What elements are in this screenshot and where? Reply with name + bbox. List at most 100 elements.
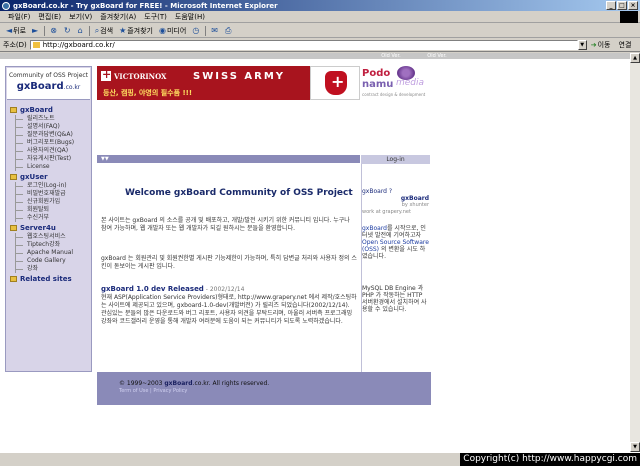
window-titlebar[interactable]: gxBoard.co.kr - Try gxBoard for FREE! - … [0, 0, 640, 11]
back-button[interactable]: ◄ 뒤로 [3, 26, 29, 36]
address-dropdown-button[interactable]: ▼ [577, 40, 587, 50]
podonamu-banner[interactable]: Podo namu media contract design & develo… [360, 66, 430, 100]
sidebar-item[interactable]: 질문과답변(Q&A) [10, 131, 92, 139]
media-icon: ◉ [159, 26, 166, 35]
sidebar-item[interactable]: 강좌 [10, 265, 92, 273]
knife-banner[interactable] [310, 66, 360, 100]
namu-text: namu [362, 79, 394, 90]
sidebar-item[interactable]: 릴리즈노트 [10, 115, 92, 123]
sidebar-category-gxboard[interactable]: gxBoard [10, 105, 92, 115]
podo-tagline: contract design & development [362, 92, 426, 97]
search-label: 검색 [100, 26, 114, 35]
menu-help[interactable]: 도움말(H) [171, 12, 209, 22]
sidebar-item[interactable]: 수신거부 [10, 214, 92, 222]
media-label: 미디어 [166, 26, 187, 35]
close-button[interactable]: × [628, 1, 638, 10]
links-button[interactable]: 연결 [619, 40, 632, 50]
go-button[interactable]: ➔ 이동 [591, 40, 611, 50]
intro-paragraph: 본 사이트는 gxBoard 의 소스를 공개 및 배포하고, 개발/발전 시키… [101, 217, 350, 232]
brand-logo: gxBoard.co.kr [7, 81, 90, 92]
menu-bar: 파일(F) 편집(E) 보기(V) 즐겨찾기(A) 도구(T) 도움말(H) [0, 11, 640, 23]
sidebar-item[interactable]: Code Gallery [10, 257, 92, 265]
sidebar-category-server4u[interactable]: Server4u [10, 223, 92, 233]
menu-edit[interactable]: 편집(E) [34, 12, 65, 22]
folder-icon [10, 276, 17, 282]
forward-button[interactable]: ► [29, 26, 42, 35]
news-body: 현재 ASP(Application Service Providers)형태로… [101, 294, 357, 325]
windows-logo-icon [620, 11, 638, 23]
page-icon [32, 42, 40, 48]
sidebar-category-gxuser[interactable]: gxUser [10, 172, 92, 182]
sidebar-item[interactable]: 사용자의견(QA) [10, 147, 92, 155]
arrow-marker-icon: ▼▼ [101, 156, 109, 162]
refresh-button[interactable]: ↻ [61, 26, 75, 35]
stop-button[interactable]: ⊗ [47, 26, 61, 35]
sidebar-item[interactable]: 비밀번호재발급 [10, 190, 92, 198]
footer-copyright: © 1999~2003 gxBoard.co.kr. All rights re… [119, 380, 269, 387]
favorites-button[interactable]: ★ 즐겨찾기 [116, 26, 156, 36]
sidebar-item[interactable]: Apache Manual [10, 249, 92, 257]
footer-brand: gxBoard [164, 380, 193, 387]
gxboard-logo: gxBoard [400, 195, 429, 202]
nav-strip: ▼▼ [97, 155, 360, 163]
news-title[interactable]: gxBoard 1.0 dev Released [101, 285, 204, 293]
menu-file[interactable]: 파일(F) [4, 12, 34, 22]
menu-view[interactable]: 보기(V) [65, 12, 96, 22]
login-link[interactable]: Log-in [361, 155, 430, 164]
scroll-down-button[interactable]: ▼ [630, 442, 640, 452]
home-icon: ⌂ [77, 26, 83, 35]
media-button[interactable]: ◉ 미디어 [156, 26, 189, 36]
sidebar-item[interactable]: 웹호스팅서비스 [10, 233, 92, 241]
print-button[interactable]: ⎙ [222, 26, 235, 36]
minimize-button[interactable]: _ [606, 1, 616, 10]
search-icon: ⌕ [94, 25, 100, 35]
favorites-icon: ★ [119, 26, 127, 35]
sidebar-item[interactable]: Tiptech강좌 [10, 241, 92, 249]
footer-links[interactable]: Term of Use | Privacy Policy [119, 388, 187, 394]
forward-arrow-icon: ► [32, 26, 39, 35]
mail-button[interactable]: ✉ [208, 26, 222, 35]
sidebar-item[interactable]: 자유게시판(Test) [10, 155, 92, 163]
sidebar-item[interactable]: 버그리포트(Bugs) [10, 139, 92, 147]
menu-tools[interactable]: 도구(T) [140, 12, 171, 22]
address-input[interactable]: http://gxboard.co.kr/ [29, 40, 578, 50]
news-item: gxBoard 1.0 dev Released - 2002/12/14 [101, 285, 357, 294]
go-arrow-icon: ➔ [590, 41, 597, 49]
history-icon: ◷ [192, 26, 200, 35]
sidebar-item[interactable]: 로그인(Log-in) [10, 182, 92, 190]
top-strip-cell[interactable]: Old Ver. [420, 53, 454, 59]
home-button[interactable]: ⌂ [75, 26, 87, 35]
top-strip-cell[interactable]: Old Ver. [374, 53, 408, 59]
address-url: http://gxboard.co.kr/ [42, 41, 115, 49]
back-label: 뒤로 [13, 26, 27, 35]
victorinox-banner[interactable]: VICTORINOX SWISS ARMY 등산, 캠핑, 야영의 필수품 !!… [97, 66, 310, 100]
window-title: gxBoard.co.kr - Try gxBoard for FREE! - … [13, 1, 278, 10]
sidebar-item[interactable]: 회원탈퇴 [10, 206, 92, 214]
intro-paragraph-2: gxBoard 는 회원관리 및 회원권한별 게시판 기능제한이 가능하며, 특… [101, 255, 357, 270]
menu-favorites[interactable]: 즐겨찾기(A) [96, 12, 140, 22]
author-line: by xhunter [401, 202, 429, 208]
sidebar-category-related[interactable]: Related sites [10, 274, 92, 284]
gxboard-question: gxBoard ? [362, 188, 393, 195]
sidebar-item[interactable]: 신규회원가입 [10, 198, 92, 206]
stop-icon: ⊗ [50, 26, 57, 35]
refresh-icon: ↻ [63, 26, 71, 35]
maximize-button[interactable]: □ [617, 1, 627, 10]
swiss-army-text: SWISS ARMY [193, 71, 286, 82]
vertical-scrollbar[interactable]: ▲ ▼ [630, 53, 640, 452]
toolbar-separator [205, 25, 207, 36]
sidebar-item[interactable]: 설명서(FAQ) [10, 123, 92, 131]
toolbar-separator [88, 25, 90, 36]
category-label: Related sites [20, 275, 72, 283]
sidebar-brand[interactable]: Community of OSS Project gxBoard.co.kr [7, 68, 90, 100]
mail-icon: ✉ [211, 26, 218, 35]
page-viewport: Old Ver. Old Ver. Community of OSS Proje… [0, 53, 630, 452]
scroll-up-button[interactable]: ▲ [630, 53, 640, 63]
sidebar-item[interactable]: License [10, 163, 92, 171]
watermark-copyright: Copyright(c) http://www.happycgi.com [460, 453, 640, 466]
search-button[interactable]: ⌕ 검색 [92, 26, 116, 36]
go-label: 이동 [597, 41, 611, 49]
history-button[interactable]: ◷ [189, 26, 203, 35]
gxboard-link[interactable]: gxBoard [362, 225, 387, 232]
right-column: gxBoard ? gxBoard by xhunter work at gra… [361, 164, 430, 372]
